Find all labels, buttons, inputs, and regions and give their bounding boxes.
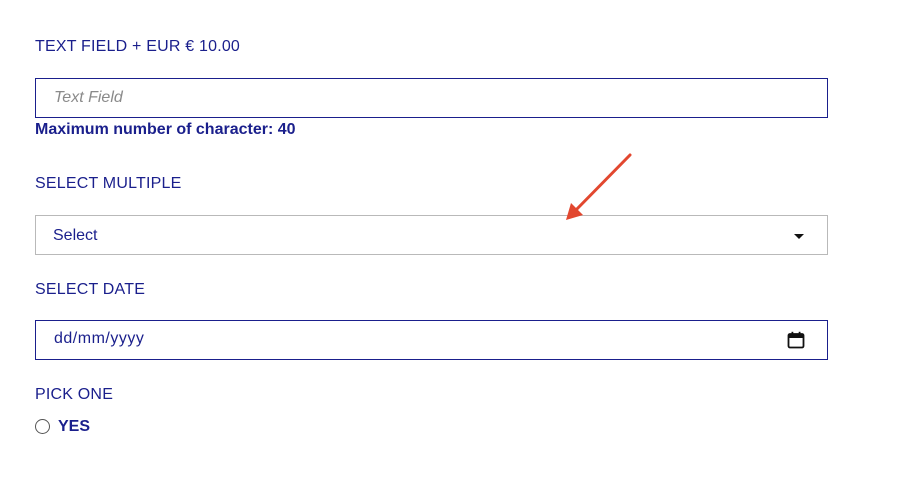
select-multiple-dropdown[interactable]: Select	[35, 215, 828, 255]
annotation-arrow-icon	[566, 153, 632, 220]
character-limit-hint: Maximum number of character: 40	[35, 121, 296, 138]
text-field-input[interactable]	[36, 79, 827, 117]
select-multiple-label: SELECT MULTIPLE	[35, 175, 182, 192]
text-field-label: TEXT FIELD + EUR € 10.00	[35, 38, 241, 55]
radio-option-label: YES	[58, 418, 91, 435]
radio-button[interactable]	[35, 419, 50, 434]
text-field-container[interactable]	[35, 78, 828, 118]
select-multiple-value: Select	[53, 227, 98, 244]
date-input-value: dd/mm/yyyy	[54, 330, 145, 347]
chevron-down-icon	[794, 234, 804, 239]
pick-one-label: PICK ONE	[35, 386, 114, 403]
date-input[interactable]: dd/mm/yyyy	[35, 320, 828, 360]
calendar-icon[interactable]	[787, 331, 805, 349]
select-date-label: SELECT DATE	[35, 281, 146, 298]
